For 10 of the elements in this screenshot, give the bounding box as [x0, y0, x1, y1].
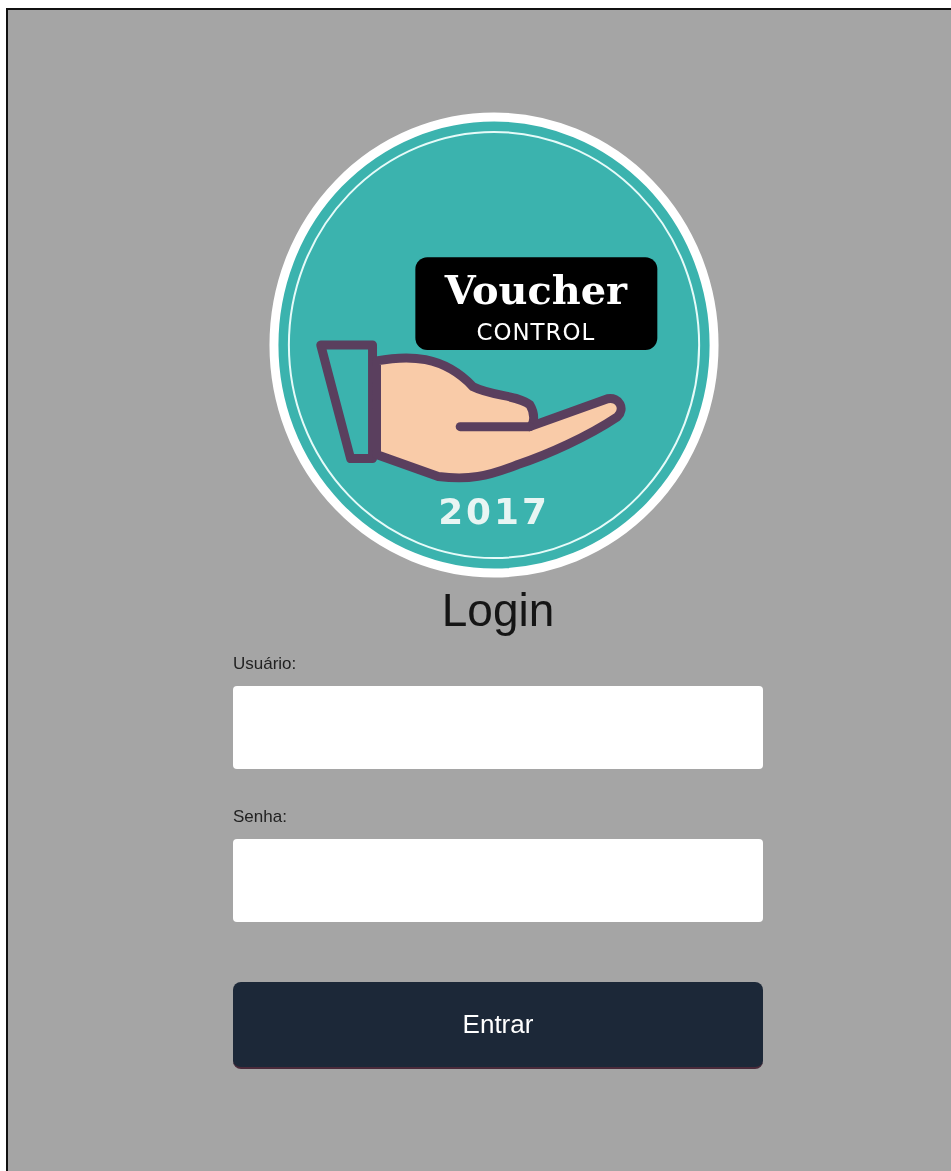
logo-year: 2017 — [438, 491, 550, 533]
login-heading: Login — [441, 584, 555, 636]
logo-title: Voucher — [444, 267, 627, 314]
password-field[interactable] — [233, 839, 763, 922]
hand-icon — [316, 340, 626, 483]
logo-subtitle: CONTROL — [476, 319, 596, 345]
login-button[interactable]: Entrar — [233, 982, 763, 1069]
field-label: Senha: — [233, 807, 287, 827]
field-label: Usuário: — [233, 654, 297, 674]
username-field[interactable] — [233, 686, 763, 769]
